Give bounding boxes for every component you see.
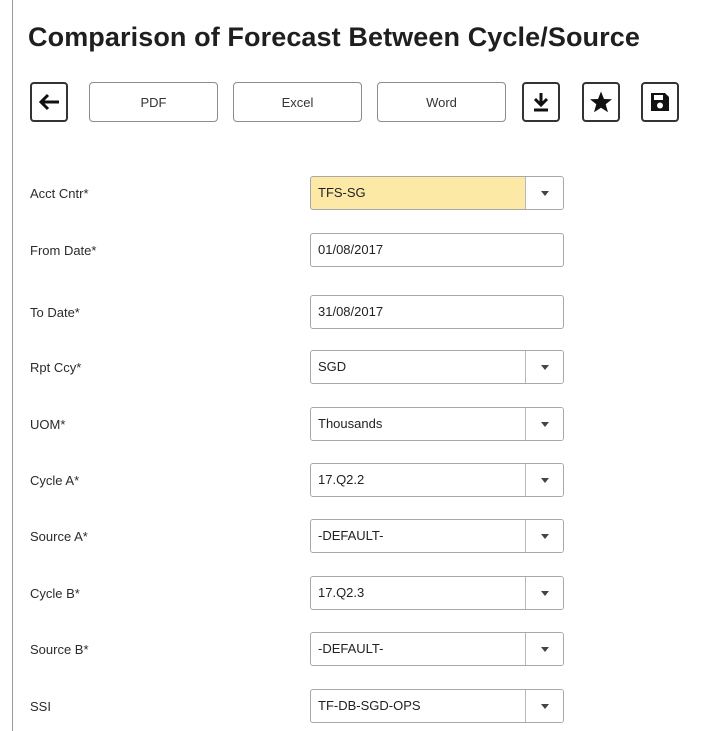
form-row-to-date: To Date* 31/08/2017: [30, 295, 670, 329]
source-b-value: -DEFAULT-: [318, 641, 384, 656]
form-row-cycle-b: Cycle B* 17.Q2.3: [30, 576, 670, 610]
source-b-select[interactable]: -DEFAULT-: [310, 632, 564, 666]
cycle-a-select[interactable]: 17.Q2.2: [310, 463, 564, 497]
to-date-value: 31/08/2017: [318, 304, 384, 319]
from-date-label: From Date*: [30, 243, 97, 258]
cycle-b-select[interactable]: 17.Q2.3: [310, 576, 564, 610]
acct-cntr-dropdown-button[interactable]: [525, 177, 563, 209]
chevron-down-icon: [540, 421, 549, 427]
cycle-a-value: 17.Q2.2: [318, 472, 365, 487]
uom-value: Thousands: [318, 416, 383, 431]
cycle-a-dropdown-button[interactable]: [525, 464, 563, 496]
to-date-input[interactable]: 31/08/2017: [310, 295, 564, 329]
star-icon: [589, 90, 613, 114]
chevron-down-icon: [540, 364, 549, 370]
form-row-cycle-a: Cycle A* 17.Q2.2: [30, 463, 670, 497]
cycle-b-dropdown-button[interactable]: [525, 577, 563, 609]
source-a-label: Source A*: [30, 529, 88, 544]
form-row-source-b: Source B* -DEFAULT-: [30, 632, 670, 666]
download-button[interactable]: [522, 82, 560, 122]
pdf-button[interactable]: PDF: [89, 82, 218, 122]
chevron-down-icon: [540, 190, 549, 196]
cycle-b-value: 17.Q2.3: [318, 585, 365, 600]
source-a-value: -DEFAULT-: [318, 528, 384, 543]
cycle-b-label: Cycle B*: [30, 586, 80, 601]
form-row-acct-cntr: Acct Cntr* TFS-SG: [30, 176, 670, 210]
chevron-down-icon: [540, 646, 549, 652]
rpt-ccy-label: Rpt Ccy*: [30, 360, 82, 375]
ssi-value: TF-DB-SGD-OPS: [318, 698, 421, 713]
from-date-value: 01/08/2017: [318, 242, 384, 257]
form-row-uom: UOM* Thousands: [30, 407, 670, 441]
form-row-source-a: Source A* -DEFAULT-: [30, 519, 670, 553]
save-icon: [649, 91, 671, 113]
uom-dropdown-button[interactable]: [525, 408, 563, 440]
form-row-from-date: From Date* 01/08/2017: [30, 233, 670, 267]
from-date-input[interactable]: 01/08/2017: [310, 233, 564, 267]
page-title: Comparison of Forecast Between Cycle/Sou…: [28, 22, 640, 52]
chevron-down-icon: [540, 590, 549, 596]
form-row-ssi: SSI TF-DB-SGD-OPS: [30, 689, 670, 723]
form-row-rpt-ccy: Rpt Ccy* SGD: [30, 350, 670, 384]
uom-label: UOM*: [30, 417, 66, 432]
ssi-label: SSI: [30, 699, 51, 714]
source-b-label: Source B*: [30, 642, 89, 657]
chevron-down-icon: [540, 703, 549, 709]
word-button[interactable]: Word: [377, 82, 506, 122]
arrow-left-icon: [37, 92, 61, 112]
back-button[interactable]: [30, 82, 68, 122]
source-a-select[interactable]: -DEFAULT-: [310, 519, 564, 553]
download-icon: [531, 91, 551, 113]
chevron-down-icon: [540, 477, 549, 483]
source-a-dropdown-button[interactable]: [525, 520, 563, 552]
favorite-button[interactable]: [582, 82, 620, 122]
acct-cntr-select[interactable]: TFS-SG: [310, 176, 564, 210]
acct-cntr-value: TFS-SG: [318, 185, 366, 200]
ssi-select[interactable]: TF-DB-SGD-OPS: [310, 689, 564, 723]
uom-select[interactable]: Thousands: [310, 407, 564, 441]
toolbar: PDF Excel Word: [30, 82, 700, 124]
rpt-ccy-select[interactable]: SGD: [310, 350, 564, 384]
to-date-label: To Date*: [30, 305, 80, 320]
chevron-down-icon: [540, 533, 549, 539]
acct-cntr-label: Acct Cntr*: [30, 186, 89, 201]
ssi-dropdown-button[interactable]: [525, 690, 563, 722]
rpt-ccy-dropdown-button[interactable]: [525, 351, 563, 383]
source-b-dropdown-button[interactable]: [525, 633, 563, 665]
cycle-a-label: Cycle A*: [30, 473, 80, 488]
rpt-ccy-value: SGD: [318, 359, 347, 374]
excel-button[interactable]: Excel: [233, 82, 362, 122]
save-button[interactable]: [641, 82, 679, 122]
